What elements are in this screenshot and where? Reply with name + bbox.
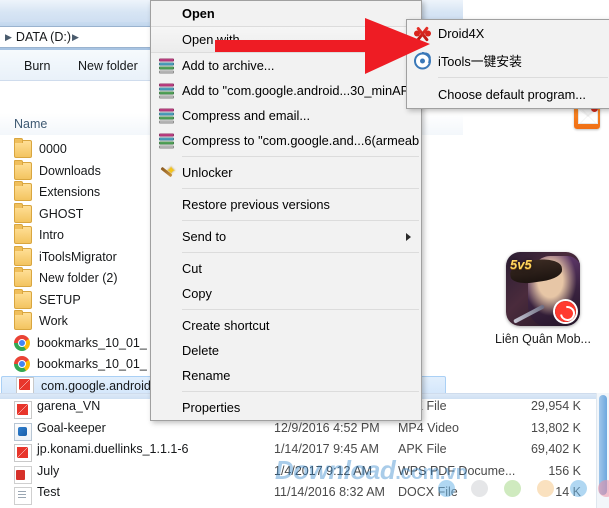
file-name: GHOST (39, 206, 84, 221)
context-menu-item-label: Compress to "com.google.and...6(armeab (182, 133, 420, 148)
context-menu-item[interactable]: Rename (151, 363, 421, 388)
menu-separator (438, 77, 608, 78)
screenshot-root: fox 5v5 Liên Quân Mob... ▶ DATA (D:) (0, 0, 609, 508)
folder-icon (14, 267, 32, 287)
file-name: 0000 (39, 142, 67, 156)
submenu-item[interactable]: Droid4X (407, 20, 609, 47)
context-menu-item-label: Add to archive... (182, 58, 275, 73)
menu-separator (182, 156, 419, 157)
context-menu-item-label: Copy (182, 286, 212, 301)
winrar-icon (158, 57, 175, 74)
menu-separator (182, 188, 419, 189)
context-menu[interactable]: Open Open with Add to archive... Add to "co… (150, 0, 422, 421)
winrar-icon (158, 82, 175, 99)
menu-separator (182, 309, 419, 310)
folder-icon (14, 181, 32, 201)
file-name: Extensions (39, 185, 101, 199)
context-menu-item[interactable]: Add to archive... (151, 53, 421, 78)
context-menu-item-label: Add to "com.google.android...30_minAPI1 (182, 83, 420, 98)
folder-icon (14, 202, 32, 223)
new-folder-button[interactable]: New folder (70, 57, 146, 75)
submenu-item[interactable]: iTools一键安装 (407, 47, 609, 74)
context-menu-item[interactable]: Copy (151, 281, 421, 306)
context-menu-item-label: Send to (182, 229, 227, 244)
context-menu-item[interactable]: Create shortcut (151, 313, 421, 338)
submenu-item-label: Droid4X (438, 26, 485, 41)
chevron-right-icon: ▶ (5, 31, 12, 42)
desktop-icon-label: Liên Quân Mob... (495, 332, 591, 346)
breadcrumb-path[interactable]: DATA (D:) (16, 30, 71, 44)
context-menu-item[interactable]: Cut (151, 256, 421, 281)
context-menu-item-label: Open with (182, 32, 240, 47)
file-name: iToolsMigrator (39, 249, 117, 264)
file-name: Downloads (39, 163, 101, 178)
chevron-right-icon[interactable]: ▶ (72, 32, 79, 43)
file-name: Work (39, 314, 68, 328)
folder-icon (14, 288, 32, 309)
context-menu-item-label: Rename (182, 368, 231, 383)
context-menu-item[interactable]: ✦ Unlocker (151, 160, 421, 185)
file-name: New folder (2) (39, 271, 118, 285)
watermark-text-1: Download (275, 455, 396, 485)
context-menu-item-label: Unlocker (182, 165, 233, 180)
wand-icon: ✦ (158, 164, 176, 181)
chrome-icon (14, 356, 30, 372)
file-name: bookmarks_10_01_ (37, 357, 147, 371)
winrar-icon (158, 107, 175, 124)
folder-icon (14, 245, 32, 266)
context-menu-item-label: Open (182, 6, 215, 21)
menu-separator (182, 252, 419, 253)
winrar-icon (158, 132, 175, 149)
chrome-icon (14, 334, 30, 351)
open-with-submenu[interactable]: Droid4X iTools一键安装 Choose default program.… (406, 19, 609, 109)
context-menu-item-label: Properties (182, 400, 241, 415)
folder-icon (14, 138, 32, 158)
submenu-item-label: iTools一键安装 (438, 54, 522, 69)
submenu-item[interactable]: Choose default program... (407, 81, 609, 108)
apk-icon (16, 376, 34, 395)
submenu-item-label: Choose default program... (438, 87, 586, 102)
folder-icon (14, 310, 32, 330)
itools-icon (414, 51, 432, 69)
menu-separator (182, 220, 419, 221)
context-menu-item-label: Cut (182, 261, 202, 276)
context-menu-item[interactable]: Delete (151, 338, 421, 363)
file-name: Intro (39, 228, 65, 242)
droid4x-icon (414, 25, 431, 42)
context-menu-item[interactable]: Properties (151, 395, 421, 420)
context-menu-item-label: Delete (182, 343, 219, 358)
file-name: SETUP (39, 292, 81, 307)
context-menu-item[interactable]: Compress to "com.google.and...6(armeab (151, 128, 421, 153)
context-menu-item[interactable]: Compress and email... (151, 103, 421, 128)
folder-icon (14, 224, 32, 244)
decorative-dots (438, 480, 609, 500)
context-menu-item[interactable]: Open (151, 1, 421, 26)
context-menu-item[interactable]: Restore previous versions (151, 192, 421, 217)
chevron-right-icon (406, 232, 411, 241)
lien-quan-mobile-icon: 5v5 (506, 252, 580, 326)
context-menu-item-label: Compress and email... (182, 108, 311, 123)
desktop-icon-lien-quan-mobile[interactable]: 5v5 Liên Quân Mob... (488, 252, 598, 346)
context-menu-item[interactable]: Add to "com.google.android...30_minAPI1 (151, 78, 421, 103)
burn-button[interactable]: Burn (16, 57, 58, 75)
folder-icon (14, 159, 32, 180)
context-menu-item[interactable]: Open with (151, 26, 421, 53)
context-menu-item[interactable]: Send to (151, 224, 421, 249)
context-menu-item-label: Restore previous versions (182, 197, 330, 212)
menu-separator (182, 391, 419, 392)
file-name: bookmarks_10_01_ (37, 335, 147, 350)
context-menu-item-label: Create shortcut (182, 318, 270, 333)
column-header-name[interactable]: Name (14, 117, 47, 131)
